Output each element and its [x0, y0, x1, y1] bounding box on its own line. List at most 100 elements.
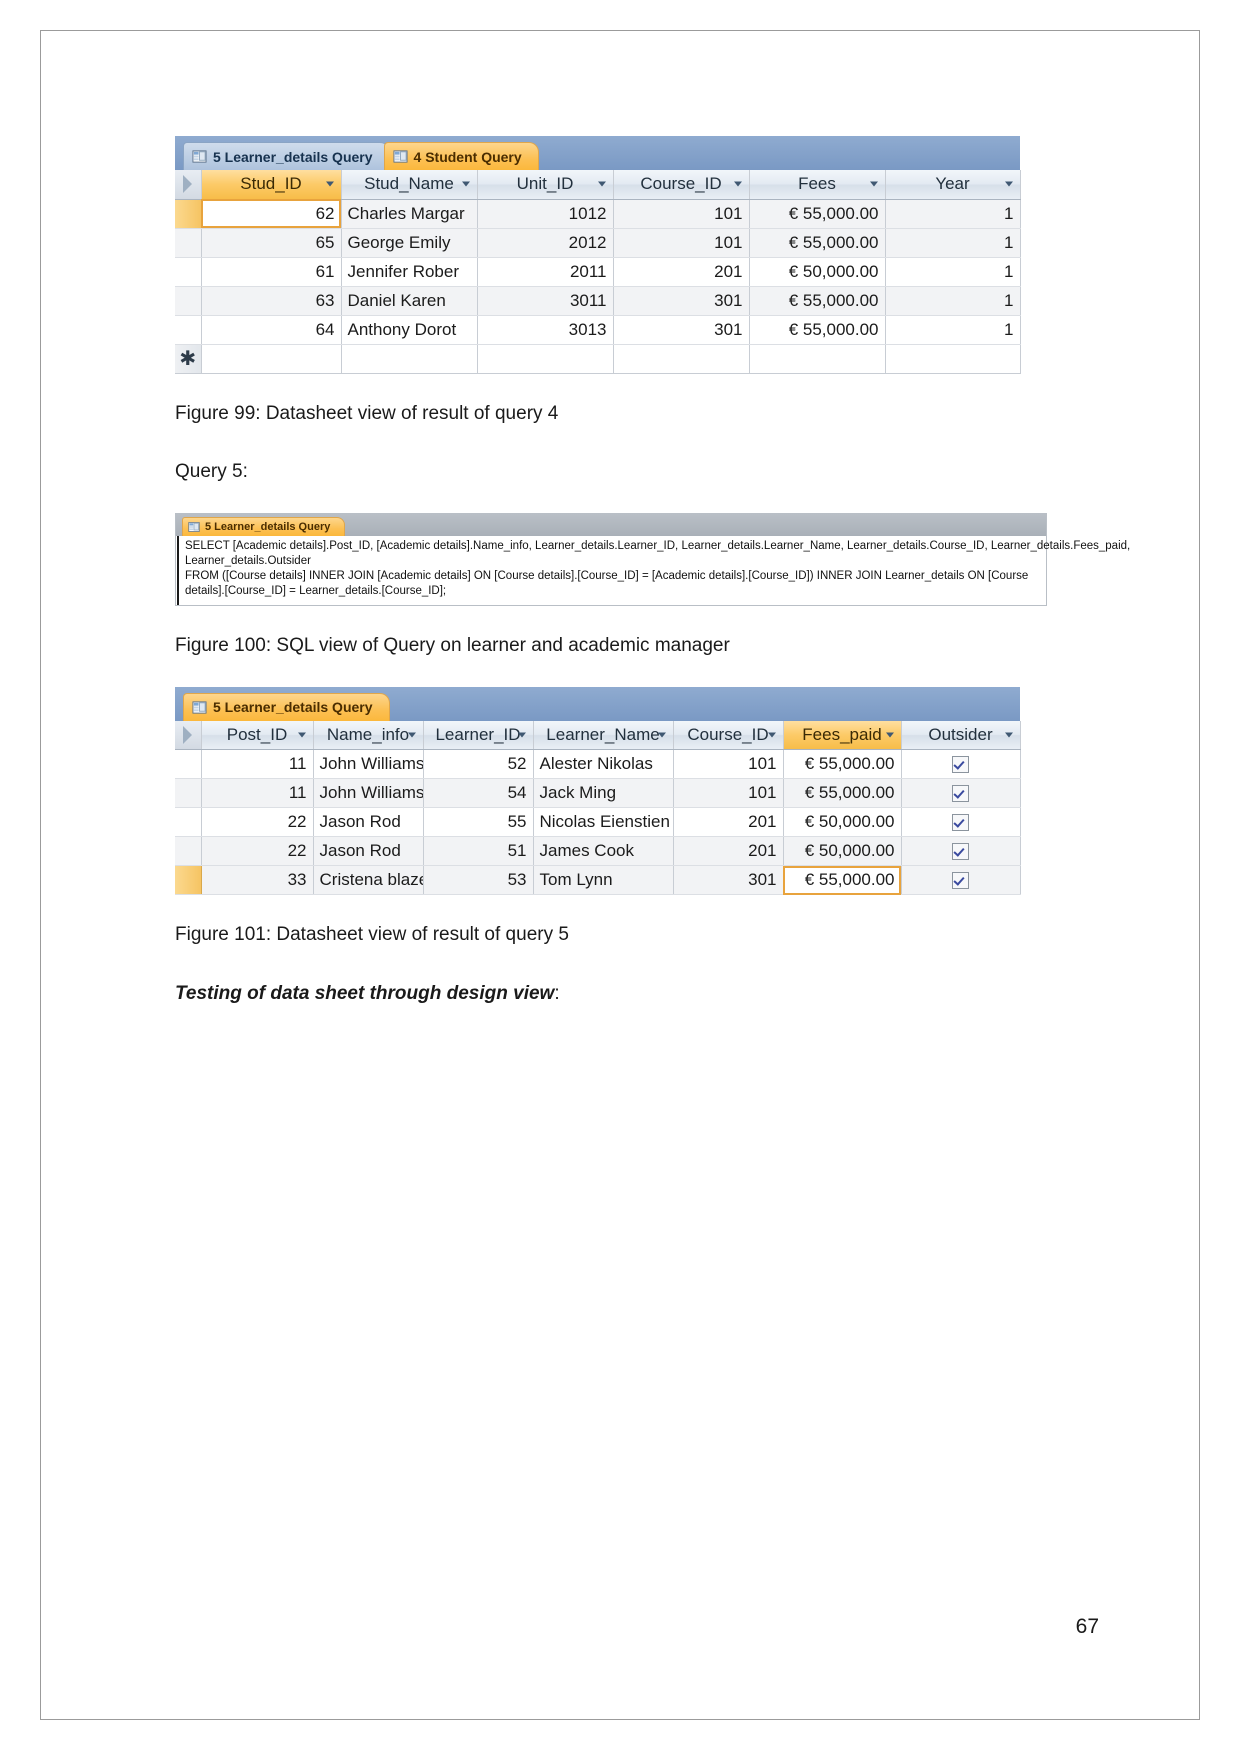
- cell-fees-paid[interactable]: € 50,000.00: [783, 807, 902, 838]
- cell-outsider[interactable]: [901, 749, 1021, 780]
- cell-learner-id[interactable]: 55: [423, 807, 534, 838]
- chevron-down-icon[interactable]: [1004, 732, 1013, 738]
- cell-unit-id-new[interactable]: [477, 344, 614, 374]
- column-header-post-id[interactable]: Post_ID: [201, 720, 314, 751]
- cell-fees-paid[interactable]: € 55,000.00: [783, 749, 902, 780]
- checkbox-checked-icon[interactable]: [952, 785, 969, 803]
- column-header-outsider[interactable]: Outsider: [901, 720, 1021, 751]
- chevron-down-icon[interactable]: [325, 181, 334, 187]
- column-header-fees-paid[interactable]: Fees_paid: [783, 720, 902, 751]
- table-row[interactable]: 63 Daniel Karen 3011 301 € 55,000.00 1: [175, 286, 1021, 316]
- cell-fees[interactable]: € 55,000.00: [749, 228, 886, 258]
- cell-year[interactable]: 1: [885, 257, 1021, 287]
- cell-name-info[interactable]: John Williams: [313, 778, 424, 809]
- tab-student-query[interactable]: 4 Student Query: [383, 142, 539, 170]
- checkbox-checked-icon[interactable]: [952, 756, 969, 774]
- cell-course-id-new[interactable]: [613, 344, 750, 374]
- cell-learner-name[interactable]: Alester Nikolas: [533, 749, 674, 780]
- cell-year[interactable]: 1: [885, 228, 1021, 258]
- table-row[interactable]: 65 George Emily 2012 101 € 55,000.00 1: [175, 228, 1021, 258]
- record-selector[interactable]: [175, 315, 202, 345]
- cell-post-id[interactable]: 22: [201, 836, 314, 867]
- cell-stud-id[interactable]: 61: [201, 257, 342, 287]
- cell-fees-new[interactable]: [749, 344, 886, 374]
- table-row[interactable]: 22 Jason Rod 51 James Cook 201 € 50,000.…: [175, 836, 1021, 867]
- record-selector[interactable]: [175, 836, 202, 867]
- cell-name-info[interactable]: John Williams: [313, 749, 424, 780]
- cell-year[interactable]: 1: [885, 286, 1021, 316]
- cell-stud-id[interactable]: 64: [201, 315, 342, 345]
- column-header-year[interactable]: Year: [885, 170, 1021, 200]
- cell-stud-id[interactable]: 65: [201, 228, 342, 258]
- cell-outsider[interactable]: [901, 865, 1021, 896]
- cell-fees[interactable]: € 55,000.00: [749, 286, 886, 316]
- table-row[interactable]: 64 Anthony Dorot 3013 301 € 55,000.00 1: [175, 315, 1021, 345]
- cell-outsider[interactable]: [901, 807, 1021, 838]
- cell-unit-id[interactable]: 2012: [477, 228, 614, 258]
- cell-course-id[interactable]: 301: [673, 865, 784, 896]
- cell-unit-id[interactable]: 2011: [477, 257, 614, 287]
- tab-learner-details-query-sql[interactable]: 5 Learner_details Query: [182, 516, 346, 536]
- column-header-learner-name[interactable]: Learner_Name: [533, 720, 674, 751]
- cell-stud-id[interactable]: 63: [201, 286, 342, 316]
- checkbox-checked-icon[interactable]: [952, 872, 969, 890]
- chevron-down-icon[interactable]: [517, 732, 526, 738]
- column-header-stud-id[interactable]: Stud_ID: [201, 170, 342, 200]
- record-selector[interactable]: [175, 199, 202, 229]
- cell-course-id[interactable]: 201: [613, 257, 750, 287]
- select-all-corner[interactable]: [175, 720, 202, 751]
- cell-learner-name[interactable]: Jack Ming: [533, 778, 674, 809]
- cell-fees[interactable]: € 55,000.00: [749, 199, 886, 229]
- cell-fees-paid[interactable]: € 55,000.00: [783, 778, 902, 809]
- cell-name-info[interactable]: Jason Rod: [313, 807, 424, 838]
- cell-year[interactable]: 1: [885, 199, 1021, 229]
- cell-stud-name-new[interactable]: [341, 344, 478, 374]
- cell-learner-id[interactable]: 54: [423, 778, 534, 809]
- tab-learner-details-query[interactable]: 5 Learner_details Query: [183, 142, 390, 170]
- new-record-row[interactable]: ✱: [175, 344, 1021, 374]
- table-row[interactable]: 33 Cristena blaze 53 Tom Lynn 301 € 55,0…: [175, 865, 1021, 896]
- cell-learner-name[interactable]: James Cook: [533, 836, 674, 867]
- cell-post-id[interactable]: 22: [201, 807, 314, 838]
- chevron-down-icon[interactable]: [461, 181, 470, 187]
- cell-learner-id[interactable]: 53: [423, 865, 534, 896]
- cell-stud-name[interactable]: Charles Margar: [341, 199, 478, 229]
- cell-course-id[interactable]: 201: [673, 807, 784, 838]
- cell-course-id[interactable]: 201: [673, 836, 784, 867]
- chevron-down-icon[interactable]: [733, 181, 742, 187]
- cell-year[interactable]: 1: [885, 315, 1021, 345]
- cell-stud-name[interactable]: George Emily: [341, 228, 478, 258]
- cell-fees-paid[interactable]: € 55,000.00: [783, 865, 902, 896]
- cell-course-id[interactable]: 301: [613, 286, 750, 316]
- chevron-down-icon[interactable]: [657, 732, 666, 738]
- table-row[interactable]: 11 John Williams 52 Alester Nikolas 101 …: [175, 749, 1021, 780]
- column-header-stud-name[interactable]: Stud_Name: [341, 170, 478, 200]
- chevron-down-icon[interactable]: [1004, 181, 1013, 187]
- cell-stud-id-new[interactable]: [201, 344, 342, 374]
- cell-post-id[interactable]: 11: [201, 778, 314, 809]
- select-all-corner[interactable]: [175, 170, 202, 200]
- cell-outsider[interactable]: [901, 778, 1021, 809]
- cell-course-id[interactable]: 101: [613, 228, 750, 258]
- table-row[interactable]: 22 Jason Rod 55 Nicolas Eienstien 201 € …: [175, 807, 1021, 838]
- cell-post-id[interactable]: 33: [201, 865, 314, 896]
- chevron-down-icon[interactable]: [767, 732, 776, 738]
- cell-learner-id[interactable]: 52: [423, 749, 534, 780]
- chevron-down-icon[interactable]: [885, 732, 894, 738]
- cell-course-id[interactable]: 101: [673, 749, 784, 780]
- chevron-down-icon[interactable]: [869, 181, 878, 187]
- column-header-fees[interactable]: Fees: [749, 170, 886, 200]
- cell-name-info[interactable]: Cristena blaze: [313, 865, 424, 896]
- cell-unit-id[interactable]: 3011: [477, 286, 614, 316]
- table-row[interactable]: 11 John Williams 54 Jack Ming 101 € 55,0…: [175, 778, 1021, 809]
- cell-course-id[interactable]: 301: [613, 315, 750, 345]
- chevron-down-icon[interactable]: [297, 732, 306, 738]
- cell-post-id[interactable]: 11: [201, 749, 314, 780]
- cell-stud-name[interactable]: Anthony Dorot: [341, 315, 478, 345]
- cell-course-id[interactable]: 101: [613, 199, 750, 229]
- cell-stud-name[interactable]: Jennifer Rober: [341, 257, 478, 287]
- cell-unit-id[interactable]: 1012: [477, 199, 614, 229]
- cell-outsider[interactable]: [901, 836, 1021, 867]
- column-header-course-id[interactable]: Course_ID: [613, 170, 750, 200]
- sql-text-area[interactable]: SELECT [Academic details].Post_ID, [Acad…: [177, 535, 1130, 606]
